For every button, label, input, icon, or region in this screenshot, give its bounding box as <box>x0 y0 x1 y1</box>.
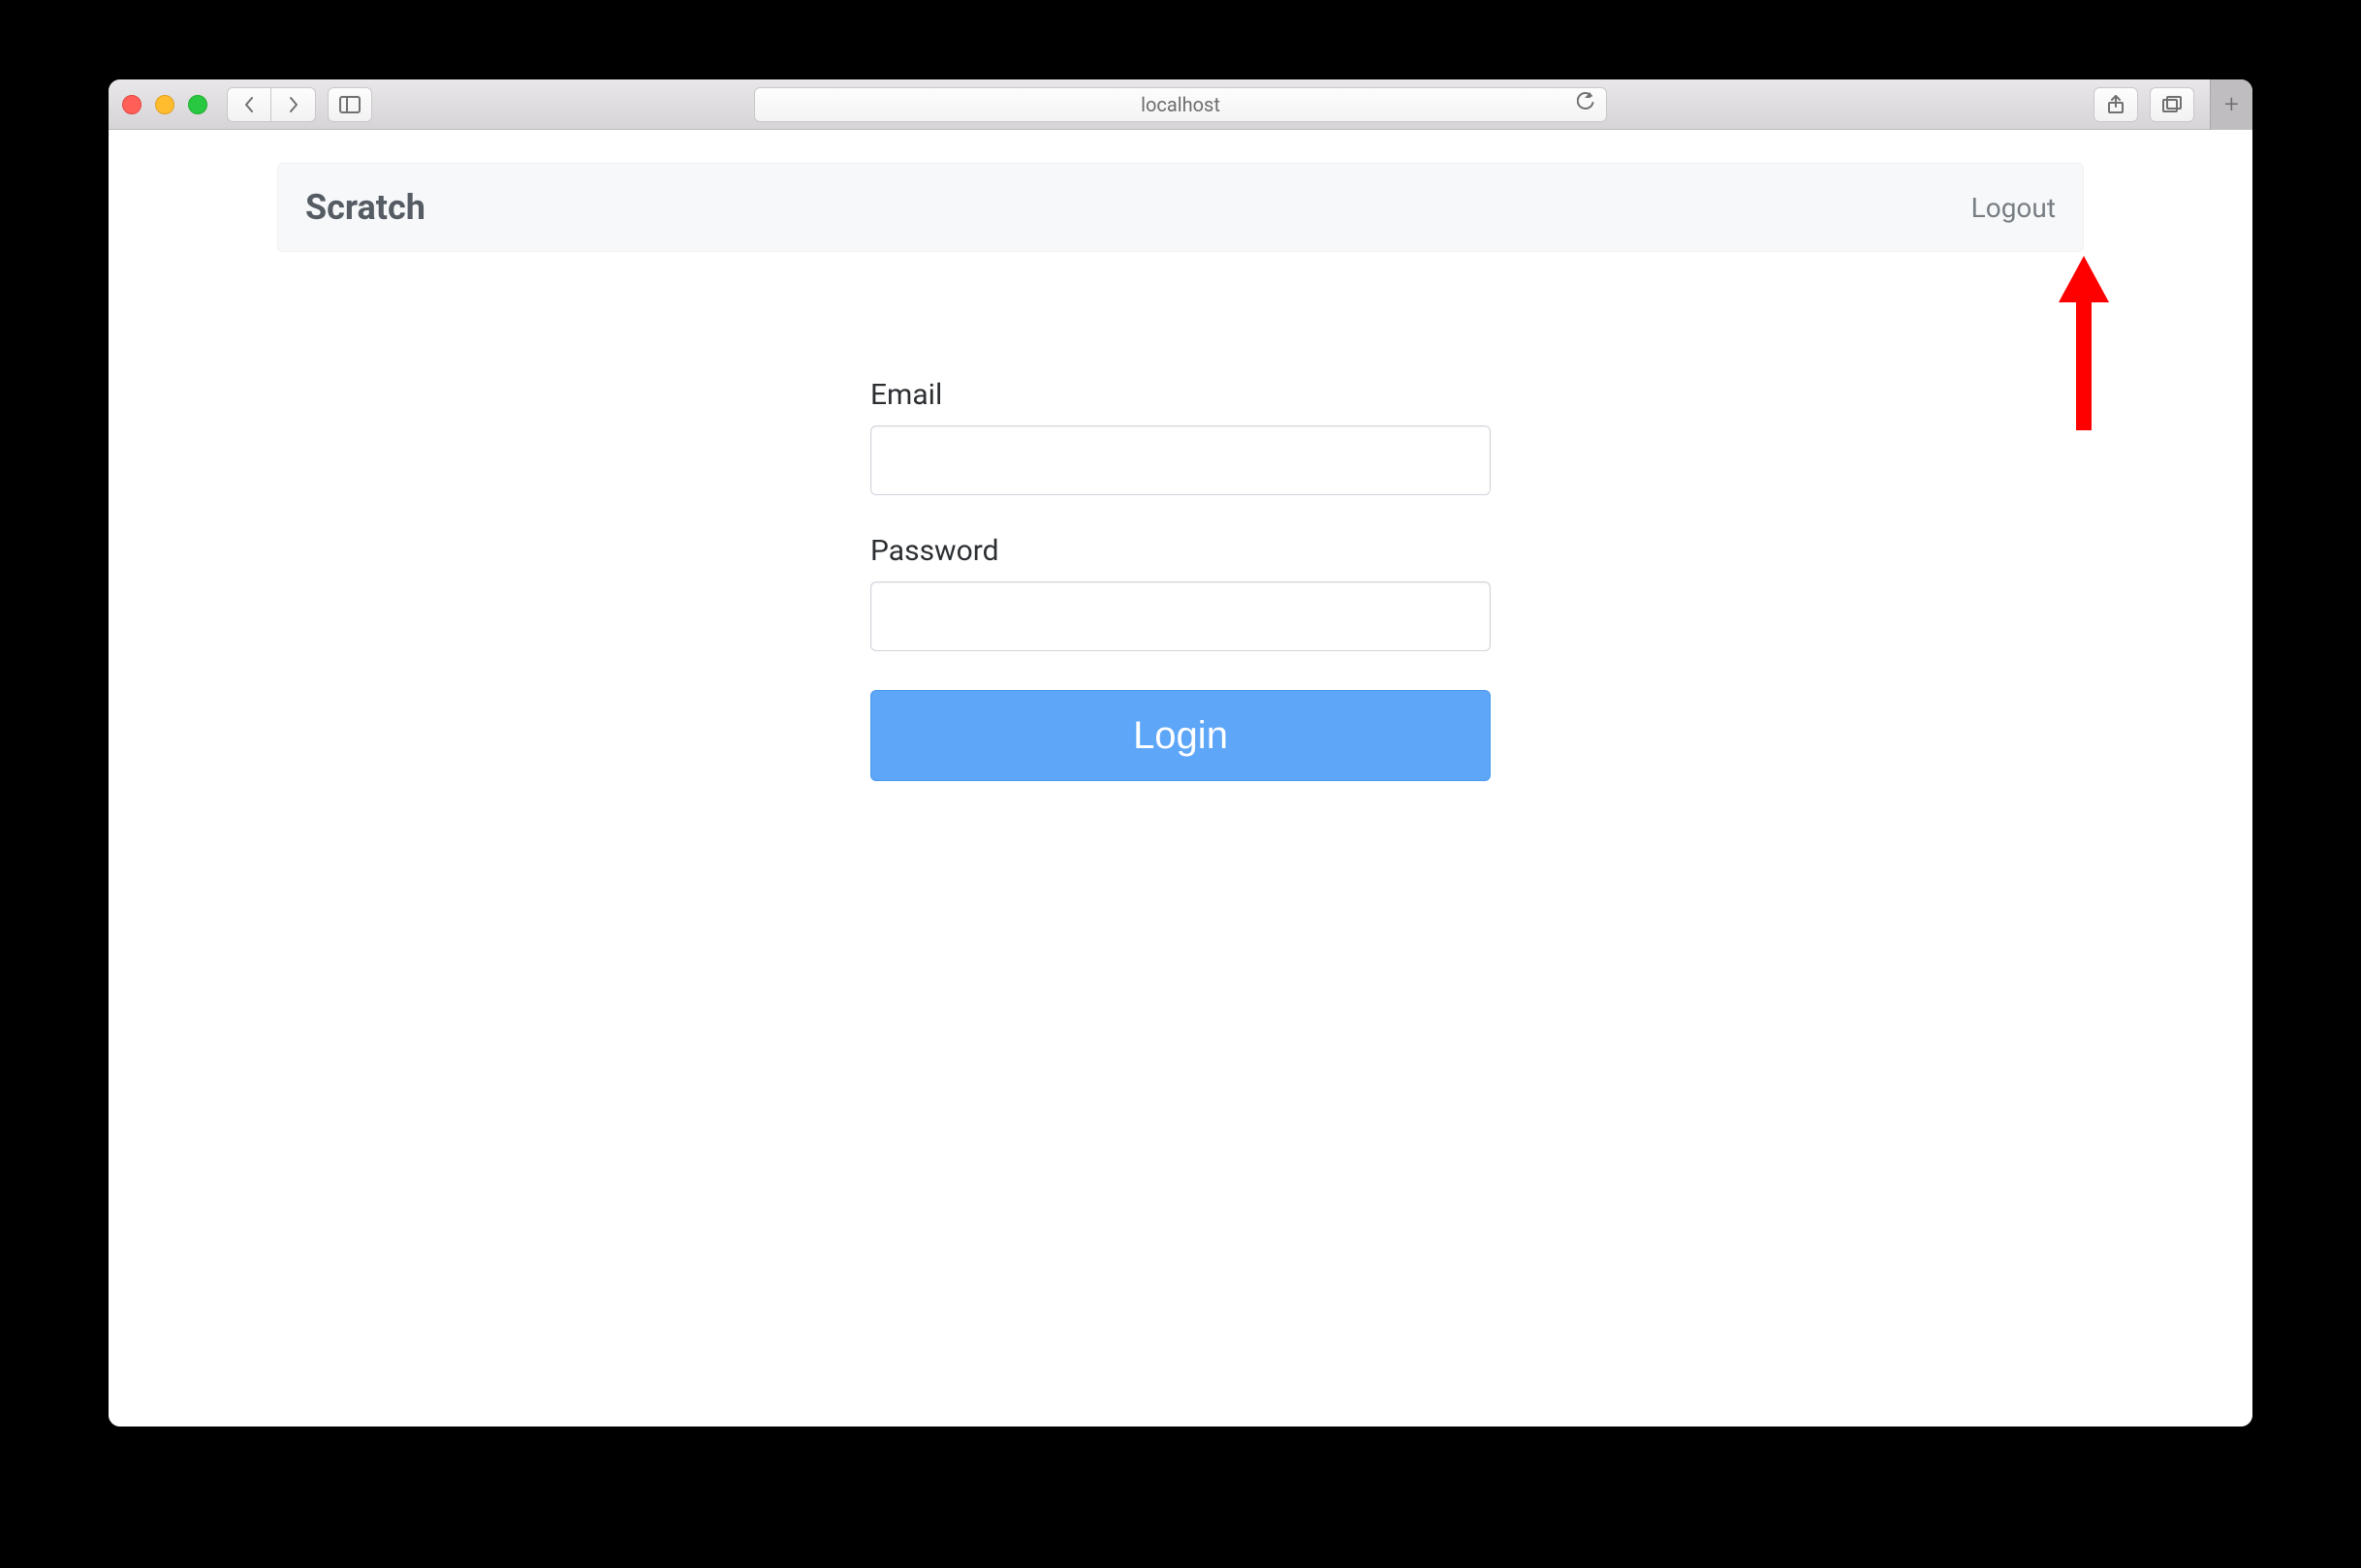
brand-title: Scratch <box>305 187 425 228</box>
login-form: Email Password Login <box>870 378 1491 781</box>
window-minimize-button[interactable] <box>155 95 174 114</box>
email-label: Email <box>870 378 1491 412</box>
login-button[interactable]: Login <box>870 690 1491 781</box>
forward-button[interactable] <box>271 87 316 122</box>
address-bar[interactable]: localhost <box>754 87 1607 122</box>
reload-button[interactable] <box>1577 92 1594 116</box>
window-controls <box>122 95 207 114</box>
email-field[interactable] <box>870 425 1491 495</box>
page-content: Scratch Logout Email Password Login <box>109 130 2252 1427</box>
window-zoom-button[interactable] <box>188 95 207 114</box>
toolbar-right: + <box>2093 87 2239 122</box>
password-field[interactable] <box>870 581 1491 651</box>
annotation-arrow-icon <box>2055 256 2113 430</box>
tabs-overview-button[interactable] <box>2150 87 2194 122</box>
new-tab-button[interactable]: + <box>2210 79 2252 130</box>
password-label: Password <box>870 534 1491 568</box>
browser-titlebar: localhost <box>109 79 2252 130</box>
browser-window: localhost <box>109 79 2252 1427</box>
sidebar-toggle-button[interactable] <box>328 87 372 122</box>
back-button[interactable] <box>227 87 271 122</box>
window-close-button[interactable] <box>122 95 142 114</box>
app-navbar: Scratch Logout <box>277 163 2084 252</box>
share-button[interactable] <box>2093 87 2138 122</box>
navigation-buttons <box>227 87 316 122</box>
logout-link[interactable]: Logout <box>1971 192 2056 224</box>
address-text: localhost <box>1141 93 1220 116</box>
